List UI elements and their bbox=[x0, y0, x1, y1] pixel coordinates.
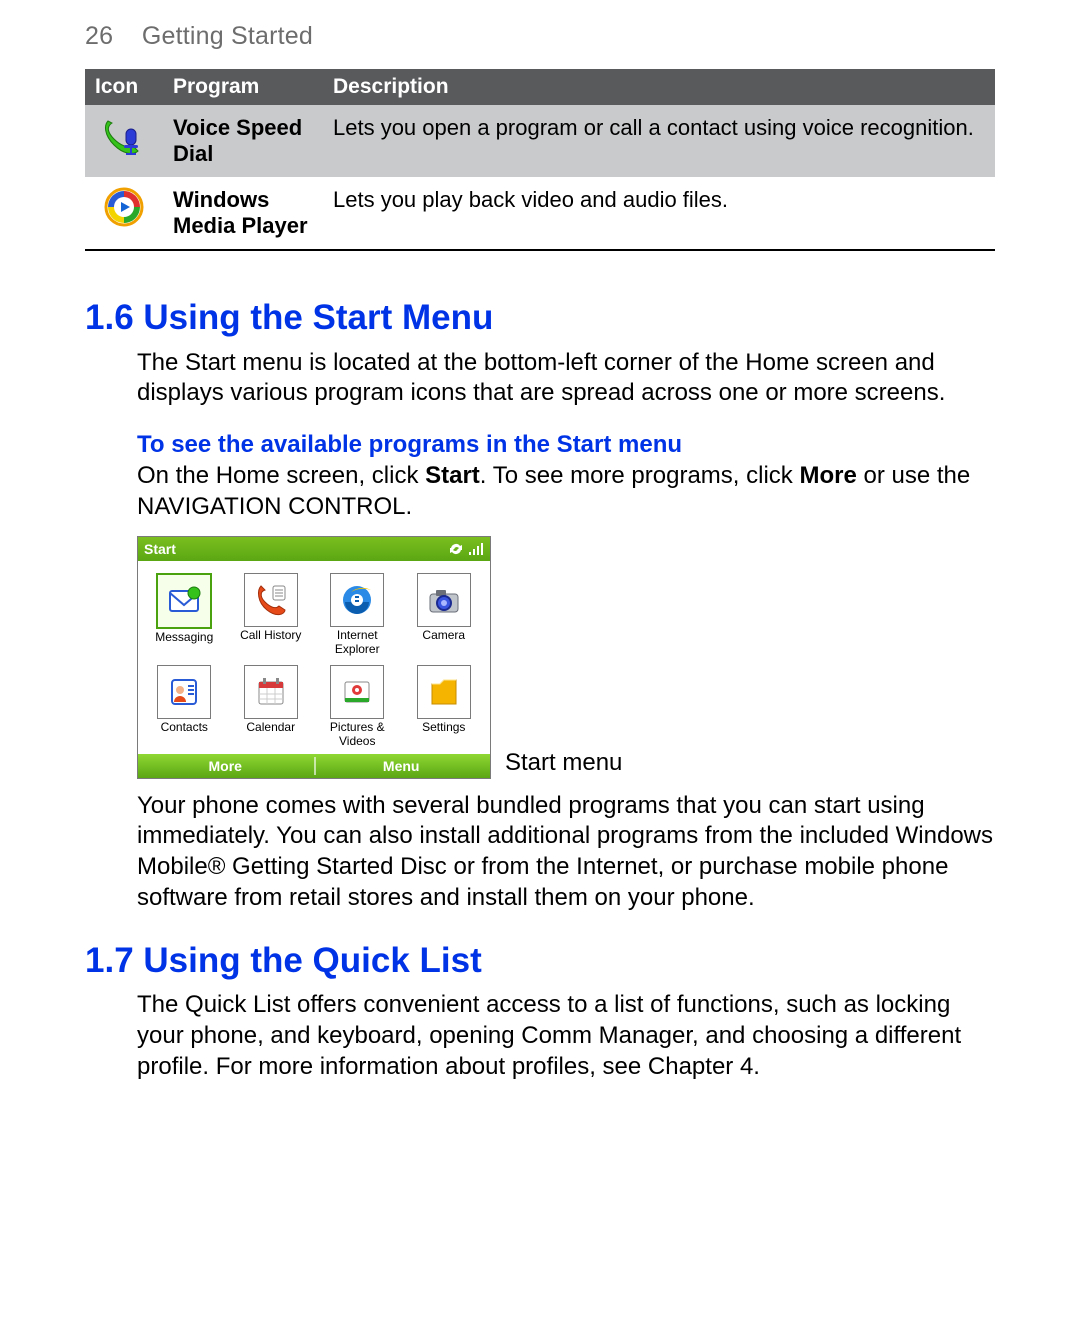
section-1-6-subhead: To see the available programs in the Sta… bbox=[137, 431, 995, 459]
start-menu-title: Start bbox=[144, 541, 176, 557]
page-section-title: Getting Started bbox=[142, 22, 313, 50]
start-item-label: Camera bbox=[422, 629, 465, 655]
settings-icon bbox=[417, 665, 471, 719]
program-description: Lets you play back video and audio files… bbox=[323, 177, 995, 250]
program-name: Windows Media Player bbox=[163, 177, 323, 250]
calendar-icon bbox=[244, 665, 298, 719]
signal-icon bbox=[468, 542, 484, 556]
windows-media-player-icon bbox=[95, 187, 153, 227]
start-item-label: Call History bbox=[240, 629, 301, 655]
start-item-settings[interactable]: Settings bbox=[402, 661, 487, 749]
call-history-icon bbox=[244, 573, 298, 627]
col-header-program: Program bbox=[163, 69, 323, 105]
softkey-menu[interactable]: Menu bbox=[383, 758, 420, 774]
program-name: Voice Speed Dial bbox=[163, 105, 323, 177]
section-1-6-para2: Your phone comes with several bundled pr… bbox=[137, 791, 995, 914]
section-1-6-intro: The Start menu is located at the bottom-… bbox=[137, 348, 995, 409]
sync-icon bbox=[448, 542, 464, 556]
start-item-pictures[interactable]: Pictures & Videos bbox=[315, 661, 400, 749]
ie-icon bbox=[330, 573, 384, 627]
start-menu-grid: Messaging Call History Internet Explorer bbox=[138, 561, 490, 753]
start-item-camera[interactable]: Camera bbox=[402, 569, 487, 659]
program-table: Icon Program Description bbox=[85, 69, 995, 251]
page-number: 26 bbox=[85, 22, 113, 50]
start-menu-titlebar: Start bbox=[138, 537, 490, 561]
start-item-label: Settings bbox=[422, 721, 465, 747]
messaging-icon bbox=[156, 573, 212, 629]
running-header: 26 Getting Started bbox=[85, 22, 995, 51]
start-item-label: Messaging bbox=[155, 631, 213, 657]
section-heading-1-7: 1.7 Using the Quick List bbox=[85, 942, 995, 981]
col-header-icon: Icon bbox=[85, 69, 163, 105]
contacts-icon bbox=[157, 665, 211, 719]
start-item-ie[interactable]: Internet Explorer bbox=[315, 569, 400, 659]
program-description: Lets you open a program or call a contac… bbox=[323, 105, 995, 177]
table-row: Windows Media Player Lets you play back … bbox=[85, 177, 995, 250]
camera-icon bbox=[417, 573, 471, 627]
voice-speed-dial-icon bbox=[95, 115, 153, 159]
start-item-contacts[interactable]: Contacts bbox=[142, 661, 227, 749]
section-1-6-para1: On the Home screen, click Start. To see … bbox=[137, 461, 995, 522]
start-menu-softkeys: More Menu bbox=[138, 754, 490, 778]
softkey-more[interactable]: More bbox=[208, 758, 241, 774]
col-header-description: Description bbox=[323, 69, 995, 105]
start-item-label: Internet Explorer bbox=[335, 629, 380, 655]
start-item-calendar[interactable]: Calendar bbox=[229, 661, 314, 749]
start-menu-mock: Start Messaging bbox=[137, 536, 491, 778]
pictures-icon bbox=[330, 665, 384, 719]
start-item-label: Contacts bbox=[161, 721, 208, 747]
start-menu-figure: Start Messaging bbox=[137, 536, 995, 778]
start-menu-caption: Start menu bbox=[505, 749, 622, 779]
start-item-label: Pictures & Videos bbox=[330, 721, 385, 747]
start-item-call-history[interactable]: Call History bbox=[229, 569, 314, 659]
start-item-messaging[interactable]: Messaging bbox=[142, 569, 227, 659]
section-heading-1-6: 1.6 Using the Start Menu bbox=[85, 299, 995, 338]
table-row: Voice Speed Dial Lets you open a program… bbox=[85, 105, 995, 177]
section-1-7-intro: The Quick List offers convenient access … bbox=[137, 990, 995, 1082]
start-item-label: Calendar bbox=[246, 721, 295, 747]
